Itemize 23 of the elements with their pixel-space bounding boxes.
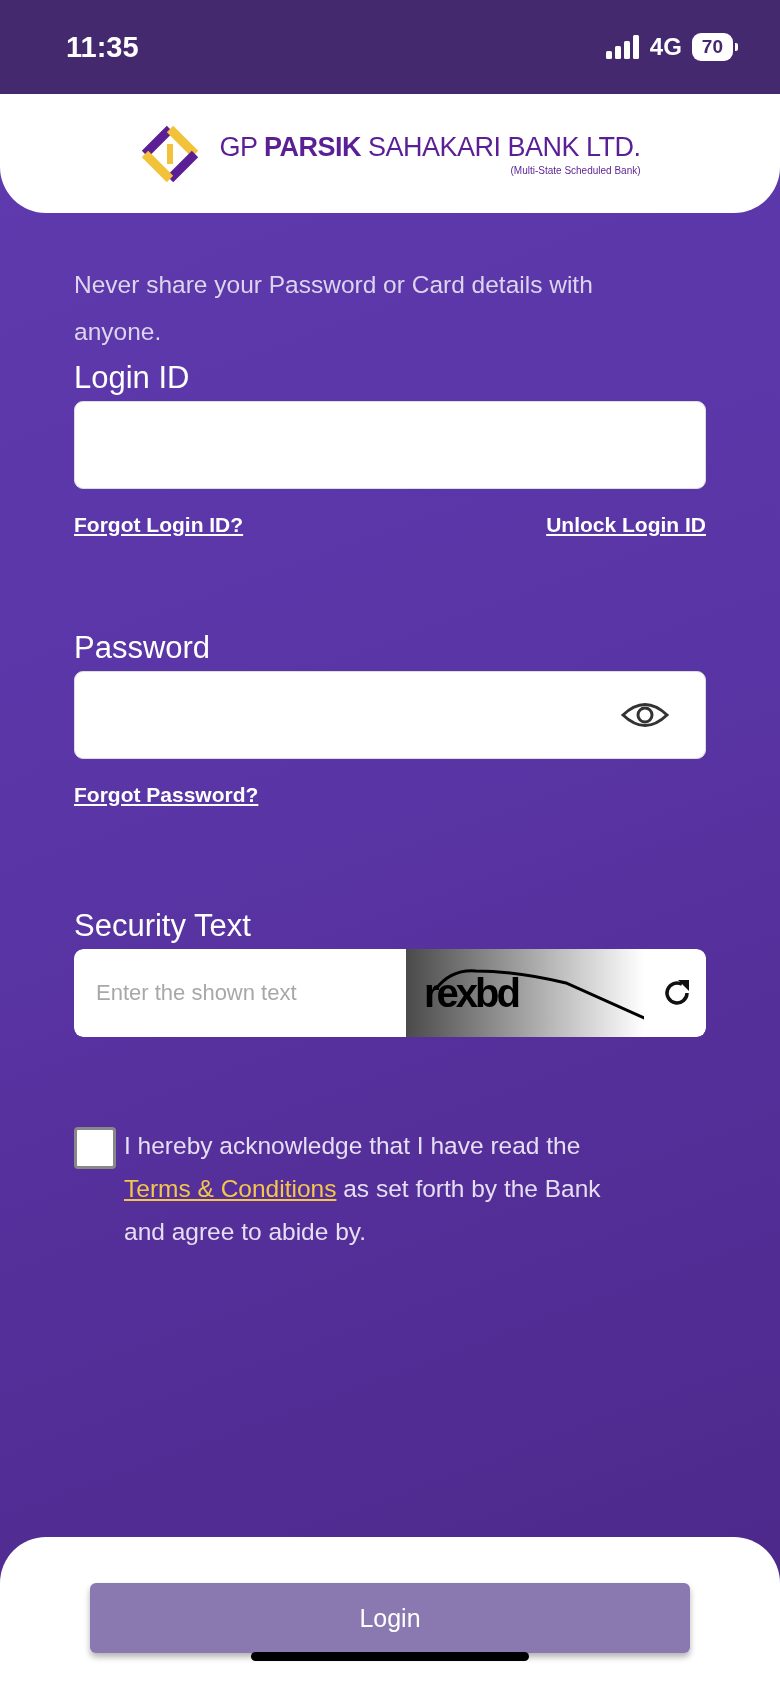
login-button[interactable]: Login [90, 1583, 690, 1653]
terms-link[interactable]: Terms & Conditions [124, 1175, 337, 1202]
network-label: 4G [649, 33, 682, 61]
checkbox[interactable] [74, 1127, 116, 1169]
consent-text: I hereby acknowledge that I have read the Terms & Conditions as set forth by the Bank and agree to abide by. [124, 1131, 602, 1247]
captcha-text: rexbd [424, 970, 518, 1016]
link[interactable]: Forgot Password? [74, 783, 259, 807]
refresh-button[interactable] [644, 949, 706, 1037]
signal-icon [605, 35, 640, 59]
input-field[interactable] [74, 401, 706, 489]
clock-time: 11:35 [66, 30, 139, 64]
password-field[interactable] [74, 671, 706, 759]
input-field[interactable]: Enter the shown text [74, 949, 406, 1037]
security-notice: Never share your Password or Card details with anyone. [74, 270, 594, 347]
eye-icon[interactable] [621, 700, 669, 730]
bank-tagline: (Multi-State Scheduled Bank) [510, 164, 641, 176]
field-label: Password [74, 629, 212, 667]
link[interactable]: Forgot Login ID? [74, 513, 244, 537]
refresh-icon[interactable] [662, 978, 692, 1008]
field-label: Login ID [74, 359, 191, 397]
field-label: Security Text [74, 907, 252, 945]
bank-name: GP PARSIK SAHAKARI BANK LTD. [219, 131, 641, 163]
link[interactable]: Unlock Login ID [546, 513, 706, 537]
